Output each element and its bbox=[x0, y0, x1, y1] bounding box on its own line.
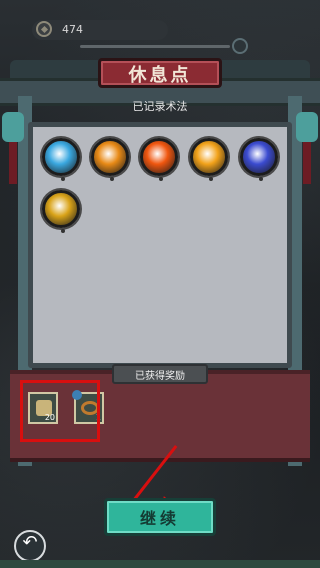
back-arrow-icon[interactable]: ↶ bbox=[14, 532, 46, 553]
golden-blades-skill-icon[interactable] bbox=[42, 190, 80, 233]
page-title: 休息点 bbox=[128, 65, 192, 86]
skill-marker bbox=[259, 177, 263, 181]
sword-divider bbox=[80, 45, 230, 48]
coin-icon bbox=[36, 21, 52, 37]
right-tassel bbox=[303, 142, 311, 184]
coin-bar bbox=[32, 20, 168, 40]
left-lantern-icon bbox=[2, 112, 24, 142]
skill-marker bbox=[61, 229, 65, 233]
bottom-strip bbox=[0, 560, 320, 568]
continue-label[interactable]: 继续 bbox=[104, 505, 216, 529]
reward-highlight-box bbox=[20, 380, 100, 442]
skill-marker bbox=[159, 177, 163, 181]
coin-count: 474 bbox=[62, 23, 83, 36]
golden-ring-skill-icon[interactable] bbox=[91, 138, 129, 181]
skill-marker bbox=[61, 177, 65, 181]
skill-marker bbox=[209, 177, 213, 181]
recorded-skills-label: 已记录术法 bbox=[132, 100, 188, 113]
arcane-spirit-skill-icon[interactable] bbox=[240, 138, 278, 181]
skull-icon bbox=[232, 38, 248, 54]
left-tassel bbox=[9, 142, 17, 184]
golden-beast-skill-icon[interactable] bbox=[190, 138, 228, 181]
fire-orb-skill-icon[interactable] bbox=[140, 138, 178, 181]
rewards-title: 已获得奖励 bbox=[135, 371, 185, 382]
skill-marker bbox=[110, 177, 114, 181]
right-lantern-icon bbox=[296, 112, 318, 142]
ice-dragon-skill-icon[interactable] bbox=[42, 138, 80, 181]
